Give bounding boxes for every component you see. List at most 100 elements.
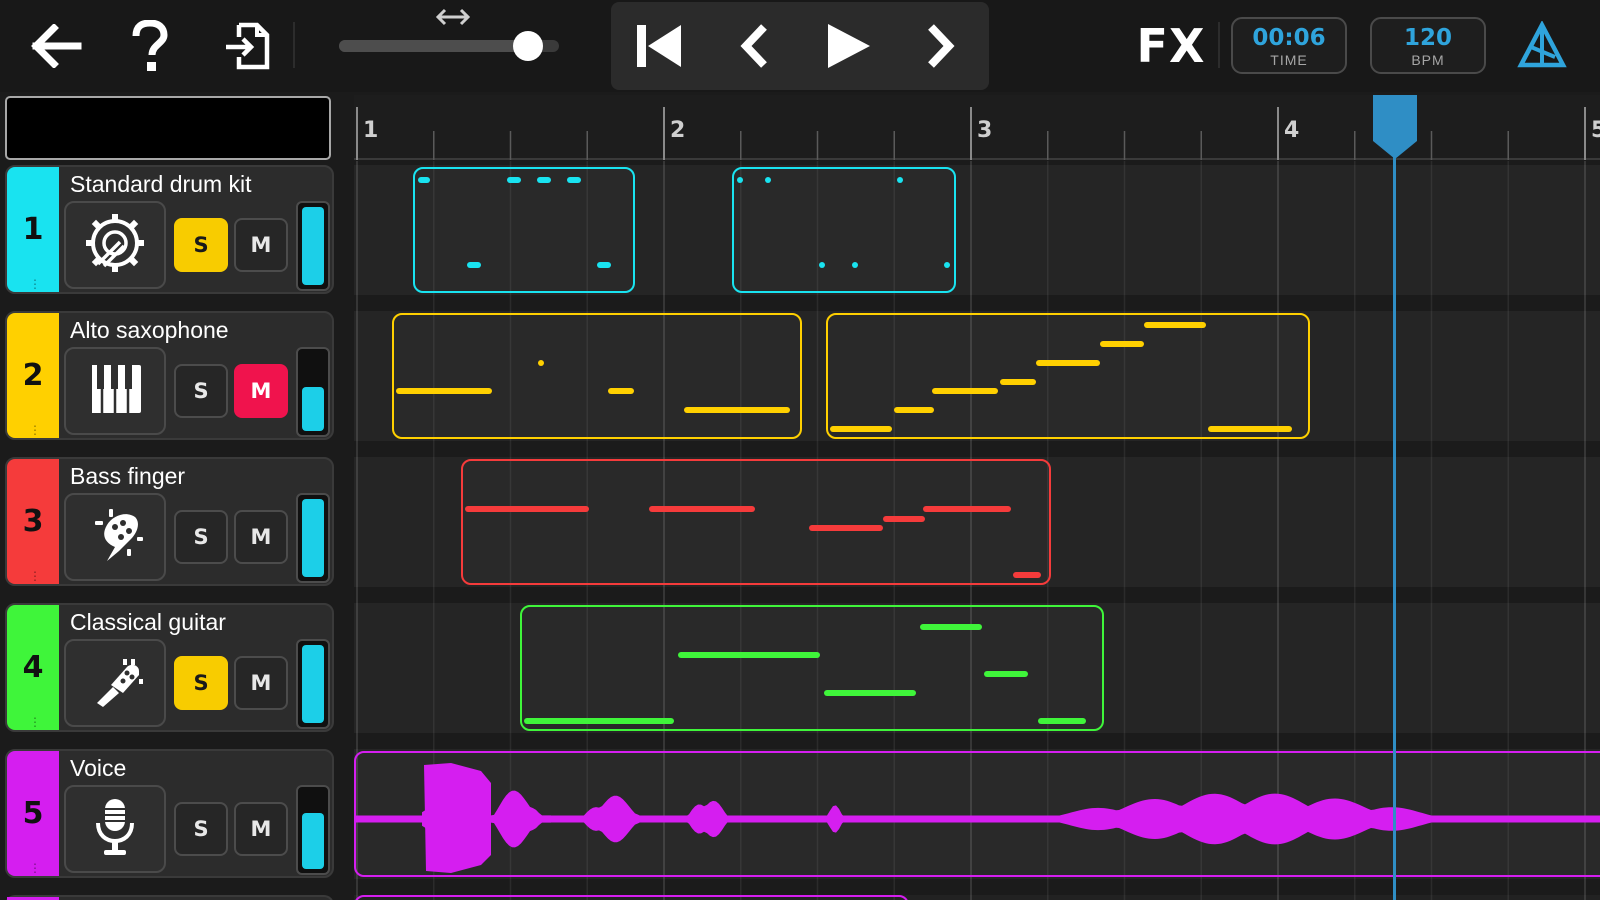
- midi-note: [894, 407, 934, 413]
- instrument-button[interactable]: [64, 493, 166, 581]
- zoom-slider[interactable]: [339, 31, 559, 61]
- track-header[interactable]: 1 ⋮ Standard drum kit S M: [5, 165, 334, 294]
- lane-separator: [354, 295, 1600, 311]
- midi-note: [984, 671, 1028, 677]
- solo-button[interactable]: S: [174, 364, 228, 418]
- bar-number-label: 1: [363, 118, 379, 143]
- drum-icon: [84, 212, 146, 279]
- track-name-input[interactable]: [5, 96, 331, 160]
- track-header[interactable]: 5 ⋮ Voice S M: [5, 749, 334, 878]
- skip-to-start-button[interactable]: [629, 16, 689, 76]
- track-color-strip[interactable]: 3 ⋮: [7, 459, 59, 584]
- clip-notes: [356, 763, 1600, 873]
- midi-note: [852, 262, 858, 268]
- audio-clip[interactable]: [354, 751, 1600, 877]
- midi-note: [1000, 379, 1036, 385]
- clip-notes: [524, 624, 1086, 724]
- microphone-icon: [92, 797, 138, 862]
- midi-clip[interactable]: [826, 313, 1310, 439]
- midi-note: [1144, 322, 1206, 328]
- mute-button[interactable]: M: [234, 218, 288, 272]
- midi-clip[interactable]: [461, 459, 1051, 585]
- transport-controls: [611, 2, 989, 90]
- mute-button[interactable]: M: [234, 656, 288, 710]
- track-color-strip[interactable]: 1 ⋮: [7, 167, 59, 292]
- midi-note: [396, 388, 492, 394]
- midi-note: [923, 506, 1011, 512]
- midi-note: [608, 388, 634, 394]
- drag-handle-icon[interactable]: ⋮: [29, 424, 41, 436]
- track-header[interactable]: 4 ⋮ Classical guitar S M: [5, 603, 334, 732]
- playhead-handle[interactable]: [1372, 95, 1417, 159]
- waveform-segment: [424, 763, 491, 873]
- midi-note: [507, 177, 521, 183]
- instrument-button[interactable]: [64, 201, 166, 289]
- track-number: 3: [22, 504, 44, 539]
- midi-note: [684, 407, 790, 413]
- volume-slider[interactable]: [296, 347, 330, 437]
- solo-button[interactable]: S: [174, 218, 228, 272]
- zoom-slider-thumb[interactable]: [513, 31, 544, 61]
- time-display[interactable]: 00:06 TIME: [1231, 17, 1347, 74]
- instrument-button[interactable]: [64, 639, 166, 727]
- track-header[interactable]: 3 ⋮ Bass finger S M: [5, 457, 334, 586]
- drag-handle-icon[interactable]: ⋮: [29, 862, 41, 874]
- toolbar-divider: [293, 22, 295, 68]
- lane-separator: [354, 879, 1600, 895]
- lane-separator: [354, 733, 1600, 749]
- timeline[interactable]: 1 2 3 4 5: [354, 95, 1600, 900]
- play-button[interactable]: [818, 16, 878, 76]
- midi-clip[interactable]: [392, 313, 802, 439]
- track-name: Voice: [70, 755, 127, 781]
- drag-handle-icon[interactable]: ⋮: [29, 716, 41, 728]
- solo-button[interactable]: S: [174, 802, 228, 856]
- volume-slider[interactable]: [296, 785, 330, 875]
- midi-note: [737, 177, 743, 183]
- midi-clip[interactable]: [520, 605, 1104, 731]
- midi-note: [538, 360, 544, 366]
- volume-slider[interactable]: [296, 493, 330, 583]
- drag-handle-icon[interactable]: ⋮: [29, 570, 41, 582]
- tempo-display[interactable]: 120 BPM: [1370, 17, 1486, 74]
- midi-note: [819, 262, 825, 268]
- bpm-value: 120: [1403, 25, 1452, 51]
- volume-level: [302, 499, 324, 577]
- track-color-strip[interactable]: 4 ⋮: [7, 605, 59, 730]
- midi-clip[interactable]: [413, 167, 635, 293]
- track-color-strip[interactable]: 5 ⋮: [7, 751, 59, 876]
- back-arrow-icon: [31, 24, 82, 68]
- instrument-button[interactable]: [64, 347, 166, 435]
- logo-icon: [1517, 21, 1567, 68]
- bpm-label: BPM: [1411, 52, 1445, 68]
- bar-number-label: 4: [1284, 118, 1300, 143]
- midi-clip[interactable]: [732, 167, 956, 293]
- back-button[interactable]: [26, 20, 86, 72]
- midi-note: [830, 426, 892, 432]
- waveform-segment: [1032, 793, 1524, 845]
- waveform-segment: [824, 805, 848, 833]
- volume-slider[interactable]: [296, 201, 330, 291]
- app-menu-button[interactable]: [1514, 18, 1570, 74]
- midi-note: [920, 624, 982, 630]
- midi-note: [932, 388, 998, 394]
- solo-button[interactable]: S: [174, 510, 228, 564]
- lane-separator: [354, 587, 1600, 603]
- track-header[interactable]: 2 ⋮ Alto saxophone S M: [5, 311, 334, 440]
- solo-button[interactable]: S: [174, 656, 228, 710]
- help-button[interactable]: [122, 18, 178, 74]
- mute-button[interactable]: M: [234, 510, 288, 564]
- mute-button[interactable]: M: [234, 364, 288, 418]
- lane-separator: [354, 160, 1600, 165]
- piano-keys-icon: [87, 361, 143, 422]
- track-color-strip[interactable]: 2 ⋮: [7, 313, 59, 438]
- waveform-segment: [581, 795, 653, 843]
- drag-handle-icon[interactable]: ⋮: [29, 278, 41, 290]
- volume-slider[interactable]: [296, 639, 330, 729]
- previous-button[interactable]: [725, 16, 785, 76]
- fx-button[interactable]: FX: [1136, 18, 1206, 74]
- clip-notes: [737, 177, 950, 268]
- next-button[interactable]: [910, 16, 970, 76]
- export-button[interactable]: [218, 18, 276, 74]
- mute-button[interactable]: M: [234, 802, 288, 856]
- instrument-button[interactable]: [64, 785, 166, 873]
